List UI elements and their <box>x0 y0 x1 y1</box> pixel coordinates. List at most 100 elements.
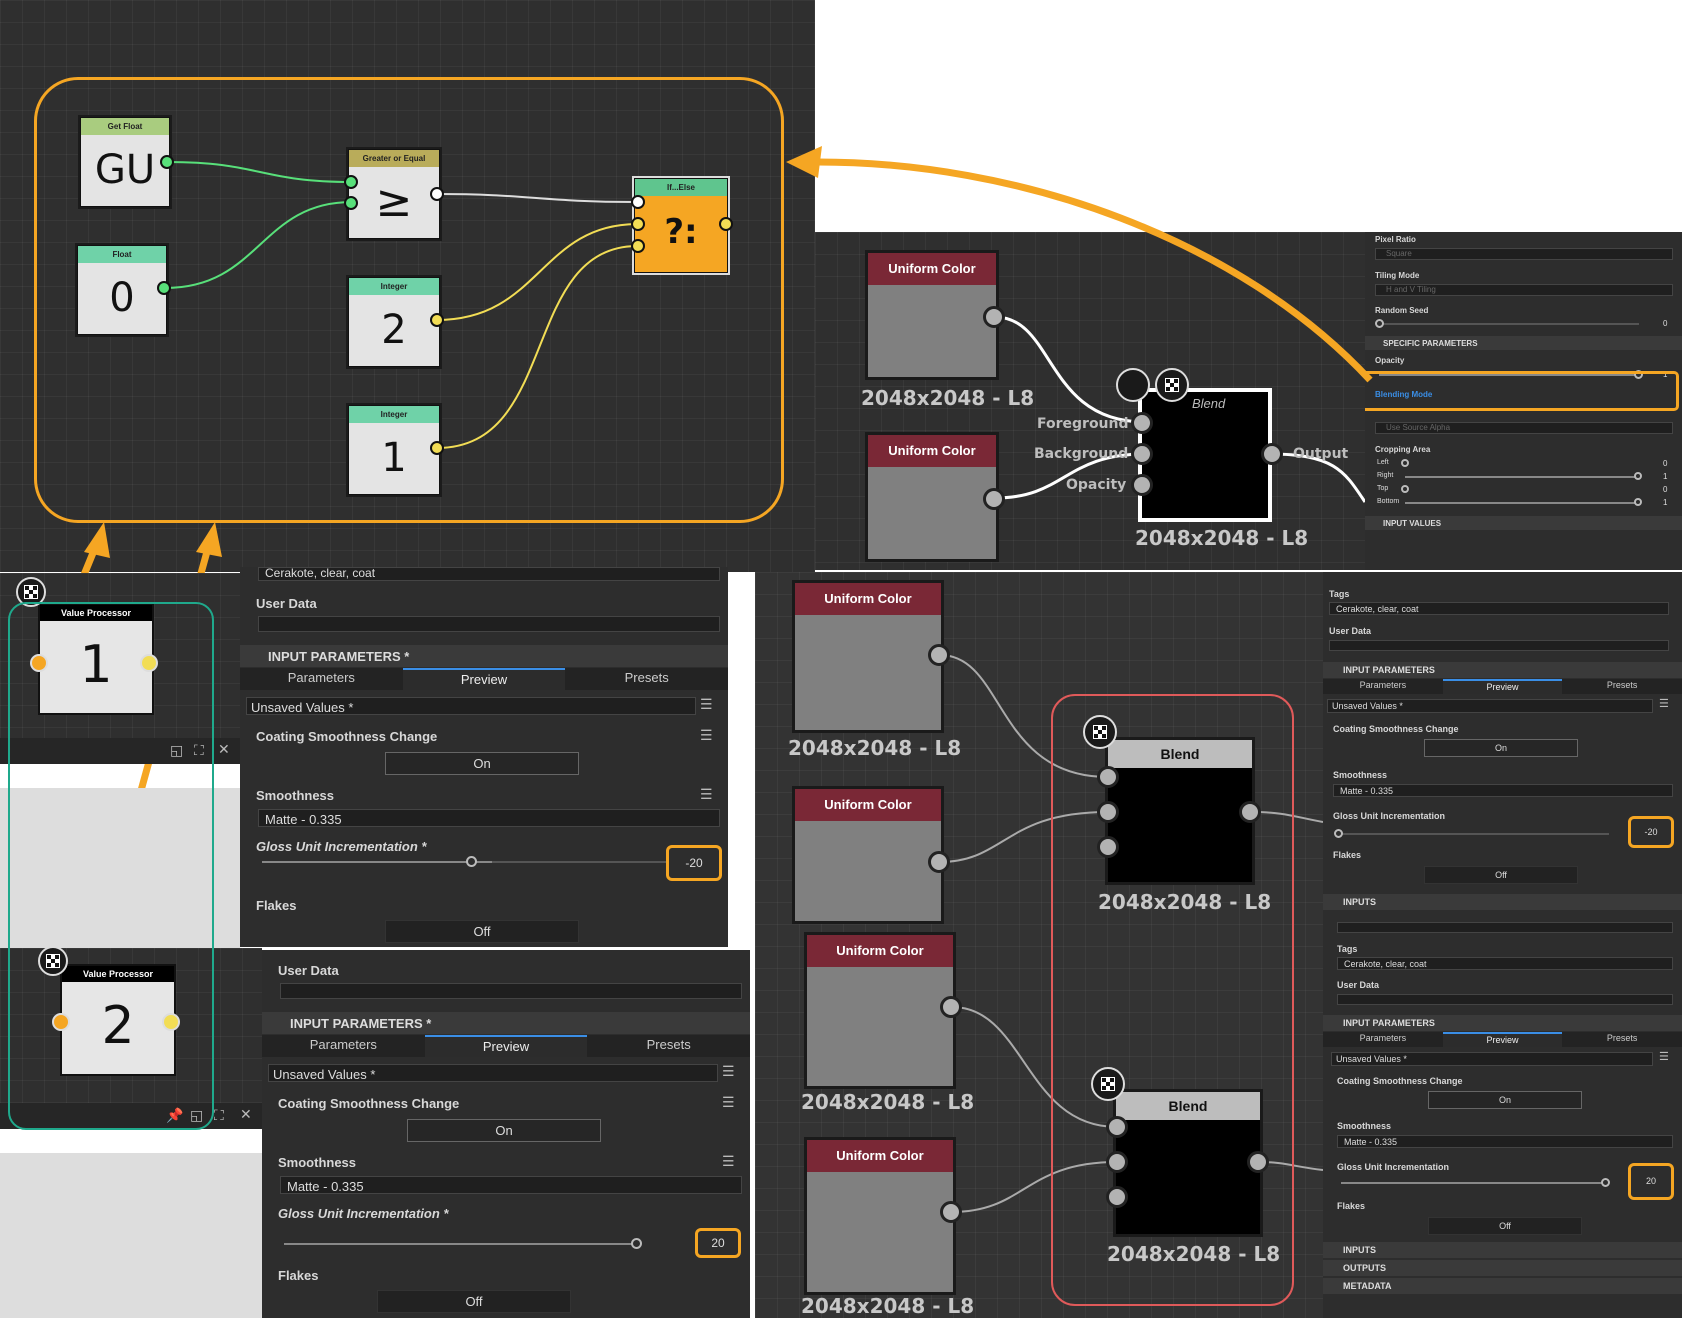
input-port[interactable] <box>344 196 358 210</box>
document-icon[interactable] <box>1116 368 1150 402</box>
uniform-color-node[interactable]: Uniform Color <box>792 786 944 924</box>
close-icon[interactable]: ✕ <box>240 1106 252 1123</box>
metadata-header[interactable]: METADATA <box>1323 1278 1682 1294</box>
uniform-color-node[interactable]: Uniform Color <box>804 1137 956 1295</box>
output-port[interactable] <box>1261 443 1283 465</box>
flakes-off-button[interactable]: Off <box>1424 866 1578 884</box>
uniform-color-node-2[interactable]: Uniform Color <box>865 432 999 562</box>
input-port[interactable] <box>631 239 645 253</box>
tab-preview[interactable]: Preview <box>1442 679 1563 694</box>
input-parameters-header[interactable]: INPUT PARAMETERS <box>1323 662 1682 678</box>
output-port[interactable] <box>940 996 962 1018</box>
input-parameters-header[interactable]: INPUT PARAMETERS * <box>240 645 728 667</box>
left-knob[interactable] <box>1401 459 1409 467</box>
inputs-header[interactable]: INPUTS <box>1323 894 1682 910</box>
integer-node-2[interactable]: Integer 2 <box>348 277 440 367</box>
input-port[interactable] <box>631 195 645 209</box>
properties-panel-d[interactable]: Tags Cerakote, clear, coat User Data INP… <box>1323 920 1682 1318</box>
search-field[interactable] <box>1337 922 1673 933</box>
input-port[interactable] <box>1106 1116 1128 1138</box>
output-port[interactable] <box>430 187 444 201</box>
input-port[interactable] <box>1097 766 1119 788</box>
input-parameters-header[interactable]: INPUT PARAMETERS * <box>262 1012 750 1034</box>
output-port[interactable] <box>160 155 174 169</box>
output-port[interactable] <box>719 217 733 231</box>
menu-icon[interactable]: ☰ <box>722 1063 735 1080</box>
input-parameters-header[interactable]: INPUT PARAMETERS <box>1323 1015 1682 1031</box>
uniform-color-node[interactable]: Uniform Color <box>804 932 956 1089</box>
uniform-color-node[interactable]: Uniform Color <box>792 580 944 733</box>
blend-node-1[interactable]: Blend <box>1105 737 1255 885</box>
smoothness-select[interactable]: Matte - 0.335 <box>1333 784 1673 797</box>
output-port[interactable] <box>928 644 950 666</box>
menu-icon[interactable]: ☰ <box>722 1153 735 1170</box>
blend-graph-bottom[interactable]: Uniform Color 2048x2048 - L8 Uniform Col… <box>755 572 1323 1318</box>
preset-select[interactable]: Unsaved Values * <box>1327 699 1653 713</box>
gloss-knob[interactable] <box>1601 1178 1610 1187</box>
output-port[interactable] <box>157 281 171 295</box>
user-data-field[interactable] <box>1337 994 1673 1005</box>
tab-parameters[interactable]: Parameters <box>1323 1032 1443 1047</box>
tab-parameters[interactable]: Parameters <box>262 1035 425 1057</box>
tab-preview[interactable]: Preview <box>424 1035 588 1057</box>
tags-field[interactable]: Cerakote, clear, coat <box>258 567 720 581</box>
menu-icon[interactable]: ☰ <box>1659 697 1669 710</box>
alpha-select[interactable]: Use Source Alpha <box>1375 422 1673 434</box>
foreground-port[interactable] <box>1131 412 1153 434</box>
blend-properties-panel[interactable]: Pixel Ratio Square Tiling Mode H and V T… <box>1365 232 1682 570</box>
specific-parameters-header[interactable]: SPECIFIC PARAMETERS <box>1365 336 1682 350</box>
maximize-icon[interactable]: ⛶ <box>214 1107 224 1124</box>
gloss-value-box[interactable]: -20 <box>666 845 722 881</box>
gloss-value-box[interactable]: -20 <box>1628 816 1674 848</box>
get-float-node[interactable]: Get Float GU <box>80 117 170 207</box>
user-data-field[interactable] <box>1329 640 1669 651</box>
output-port[interactable] <box>430 441 444 455</box>
input-port[interactable] <box>1106 1151 1128 1173</box>
output-port[interactable] <box>1239 801 1261 823</box>
random-seed-slider[interactable] <box>1379 323 1639 325</box>
input-port[interactable] <box>1097 836 1119 858</box>
menu-icon[interactable]: ☰ <box>1659 1050 1669 1063</box>
user-data-field[interactable] <box>280 983 742 999</box>
bottom-slider[interactable] <box>1405 502 1637 504</box>
integer-node-1[interactable]: Integer 1 <box>348 405 440 495</box>
blend-node[interactable]: Blend <box>1138 388 1272 522</box>
outputs-header[interactable]: OUTPUTS <box>1323 1260 1682 1276</box>
preset-select[interactable]: Unsaved Values * <box>268 1064 718 1082</box>
blend-node-2[interactable]: Blend <box>1113 1089 1263 1237</box>
input-port[interactable] <box>631 217 645 231</box>
input-port[interactable] <box>1097 801 1119 823</box>
tab-parameters[interactable]: Parameters <box>240 668 403 690</box>
tab-preview[interactable]: Preview <box>1442 1032 1563 1047</box>
gloss-value-box[interactable]: 20 <box>695 1228 741 1258</box>
properties-panel-a[interactable]: Cerakote, clear, coat User Data INPUT PA… <box>240 567 728 947</box>
right-slider[interactable] <box>1405 476 1637 478</box>
tags-field[interactable]: Cerakote, clear, coat <box>1337 957 1673 970</box>
menu-icon[interactable]: ☰ <box>700 727 713 744</box>
close-icon[interactable]: ✕ <box>218 741 230 758</box>
preset-select[interactable]: Unsaved Values * <box>246 697 696 715</box>
inputs-header[interactable]: INPUTS <box>1323 1242 1682 1258</box>
gloss-slider[interactable] <box>1339 833 1609 835</box>
gloss-value-box[interactable]: 20 <box>1628 1163 1674 1200</box>
flakes-off-button[interactable]: Off <box>1428 1217 1582 1235</box>
input-port[interactable] <box>1106 1186 1128 1208</box>
blend-graph[interactable]: Uniform Color 2048x2048 - L8 Uniform Col… <box>815 232 1365 570</box>
tab-presets[interactable]: Presets <box>587 1035 750 1057</box>
blending-mode-label[interactable]: Blending Mode <box>1375 390 1432 399</box>
if-else-node[interactable]: If...Else ?: <box>634 178 728 273</box>
menu-icon[interactable]: ☰ <box>700 786 713 803</box>
gloss-slider-fill[interactable] <box>1341 1182 1605 1184</box>
blend-type-icon[interactable] <box>1083 715 1117 749</box>
smoothness-select[interactable]: Matte - 0.335 <box>1337 1135 1673 1148</box>
tiling-mode-select[interactable]: H and V Tiling <box>1375 284 1673 296</box>
tab-presets[interactable]: Presets <box>1562 679 1682 694</box>
coating-on-button[interactable]: On <box>1424 739 1578 757</box>
output-port[interactable] <box>430 313 444 327</box>
top-knob[interactable] <box>1401 485 1409 493</box>
flakes-off-button[interactable]: Off <box>385 920 579 943</box>
bottom-knob[interactable] <box>1634 498 1642 506</box>
tab-presets[interactable]: Presets <box>565 668 728 690</box>
properties-panel-b[interactable]: User Data INPUT PARAMETERS * Parameters … <box>262 950 750 1318</box>
gloss-slider-fill[interactable] <box>284 1243 636 1245</box>
